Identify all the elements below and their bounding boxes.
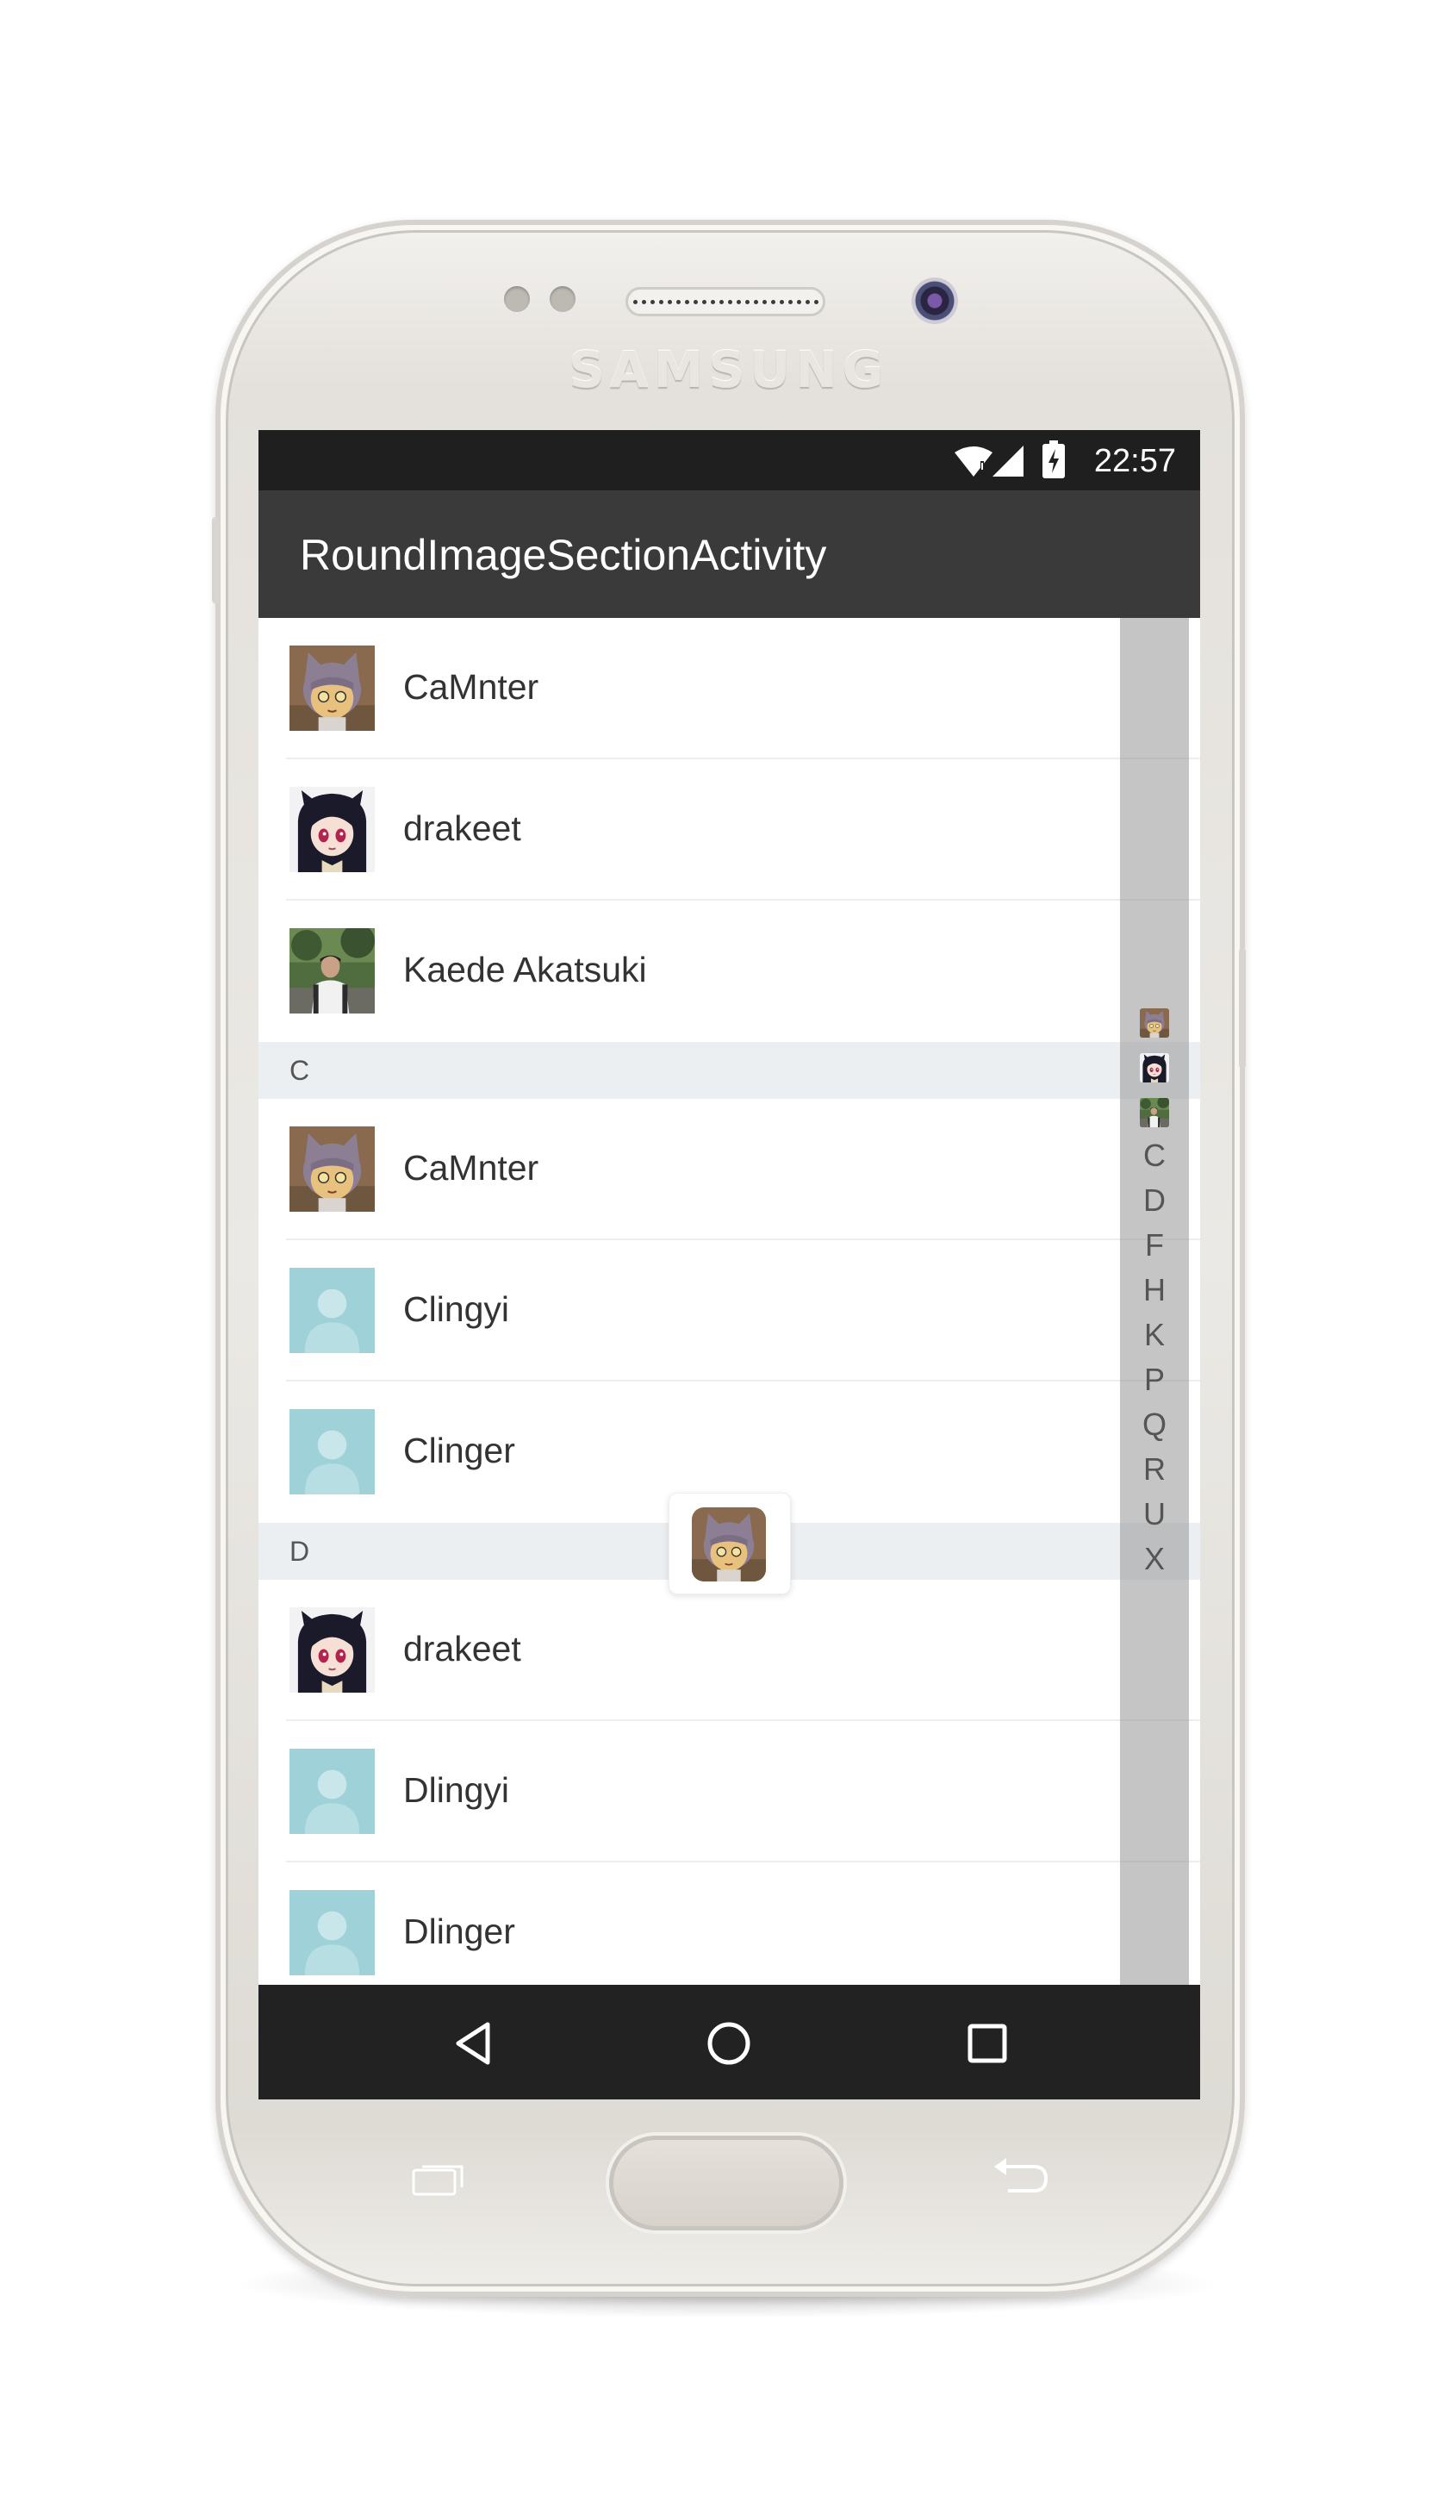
contact-name: CaMnter xyxy=(403,1148,539,1188)
contact-name: Kaede Akatsuki xyxy=(403,950,647,989)
list-item[interactable]: Kaede Akatsuki xyxy=(258,901,1200,1042)
cat-girl-avatar xyxy=(692,1507,766,1581)
contact-list[interactable]: CaMnter drakeet Kaede Akatsuki C CaMnter… xyxy=(258,618,1200,1985)
status-bar: 22:57 xyxy=(258,430,1200,490)
contact-name: Dlinger xyxy=(403,1912,515,1951)
hardware-back-icon[interactable] xyxy=(991,2155,1051,2198)
contact-name: drakeet xyxy=(403,1629,521,1669)
list-item[interactable]: drakeet xyxy=(258,1580,1200,1721)
toolbar-title: RoundImageSectionActivity xyxy=(300,531,827,579)
cat-girl-avatar xyxy=(289,646,375,731)
hardware-recents-icon[interactable] xyxy=(412,2163,465,2196)
front-camera xyxy=(912,278,958,324)
section-header-c: C xyxy=(258,1042,1200,1099)
contact-name: CaMnter xyxy=(403,667,539,707)
photo-person-avatar[interactable] xyxy=(1140,1098,1169,1127)
index-letter-f[interactable]: F xyxy=(1120,1226,1189,1264)
cat-girl-avatar[interactable] xyxy=(1140,1008,1169,1038)
home-icon[interactable] xyxy=(703,2018,755,2069)
contact-name: Clinger xyxy=(403,1431,515,1470)
contact-name: Clingyi xyxy=(403,1289,510,1329)
dark-hair-girl-avatar xyxy=(289,787,375,872)
default-person-avatar xyxy=(289,1409,375,1494)
index-letter-u[interactable]: U xyxy=(1120,1495,1189,1533)
wifi-icon xyxy=(955,446,992,477)
contact-name: drakeet xyxy=(403,808,521,848)
selected-index-overlay xyxy=(669,1493,791,1594)
photo-person-avatar xyxy=(289,928,375,1014)
screen: 22:57 RoundImageSectionActivity CaMnter … xyxy=(258,430,1200,2099)
hardware-home-button[interactable] xyxy=(609,2136,843,2230)
index-letter-k[interactable]: K xyxy=(1120,1316,1189,1354)
proximity-sensor xyxy=(504,286,530,312)
light-sensor xyxy=(550,286,576,312)
battery-charging-icon xyxy=(1042,440,1065,478)
index-letter-c[interactable]: C xyxy=(1120,1137,1189,1175)
list-item[interactable]: drakeet xyxy=(258,759,1200,901)
navigation-bar xyxy=(258,1985,1200,2099)
recents-icon[interactable] xyxy=(961,2018,1013,2069)
cat-girl-avatar xyxy=(289,1126,375,1212)
default-person-avatar xyxy=(289,1890,375,1975)
power-button xyxy=(1239,948,1246,1069)
list-item[interactable]: CaMnter xyxy=(258,618,1200,759)
status-time: 22:57 xyxy=(1093,443,1176,479)
side-index-bar[interactable]: C D F H K P Q R U X xyxy=(1120,618,1189,1985)
app-toolbar: RoundImageSectionActivity xyxy=(258,490,1200,618)
index-letter-p[interactable]: P xyxy=(1120,1361,1189,1399)
brand-logo: SAMSUNG xyxy=(569,340,889,399)
index-letter-x[interactable]: X xyxy=(1120,1540,1189,1578)
list-item[interactable]: CaMnter xyxy=(258,1099,1200,1240)
dark-hair-girl-avatar xyxy=(289,1607,375,1693)
default-person-avatar xyxy=(289,1268,375,1353)
list-item[interactable]: Dlinger xyxy=(258,1862,1200,1985)
index-letter-r[interactable]: R xyxy=(1120,1450,1189,1488)
list-item[interactable]: Dlingyi xyxy=(258,1721,1200,1862)
signal-icon xyxy=(992,446,1024,477)
list-item[interactable]: Clingyi xyxy=(258,1240,1200,1382)
default-person-avatar xyxy=(289,1749,375,1834)
section-letter: C xyxy=(289,1055,310,1086)
index-letter-d[interactable]: D xyxy=(1120,1182,1189,1219)
volume-button xyxy=(212,517,219,603)
dark-hair-girl-avatar[interactable] xyxy=(1140,1053,1169,1082)
contact-name: Dlingyi xyxy=(403,1770,510,1810)
index-letter-q[interactable]: Q xyxy=(1120,1406,1189,1444)
section-letter: D xyxy=(289,1536,310,1567)
earpiece-speaker xyxy=(625,287,825,316)
back-icon[interactable] xyxy=(448,2018,500,2069)
index-letter-h[interactable]: H xyxy=(1120,1271,1189,1309)
